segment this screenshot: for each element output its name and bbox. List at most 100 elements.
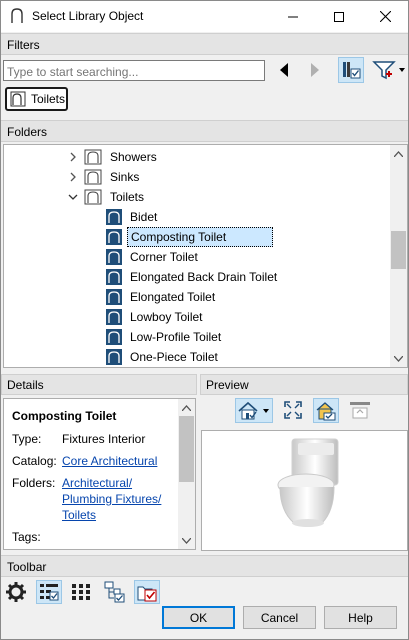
composting-toilet-preview-image [277,438,339,527]
minimize-button[interactable] [270,1,316,32]
library-object-icon [106,329,122,345]
preview-header: Preview [200,374,408,395]
fill-window-button[interactable] [282,399,304,421]
scroll-down-button[interactable] [390,350,407,367]
scroll-thumb[interactable] [179,416,194,482]
tree-item-lowboy-toilet[interactable]: Lowboy Toilet [106,307,206,327]
tree-item-toilets[interactable]: Toilets [68,187,147,207]
house-view-icon [238,401,269,419]
preview-options-button[interactable] [348,399,372,421]
tree-item-label: Elongated Back Drain Toilet [130,270,278,284]
folder-path-link-3[interactable]: Toilets [62,508,96,522]
catalog-link[interactable]: Core Architectural [62,454,157,468]
search-input[interactable] [3,60,265,81]
folder-object-icon [10,91,26,107]
library-object-icon [106,209,122,225]
scroll-down-icon [182,537,191,544]
catalog-label: Catalog: [12,454,57,468]
tree-item-one-piece-toilet[interactable]: One-Piece Toilet [106,347,221,367]
scroll-up-button[interactable] [178,399,195,416]
gear-icon [6,582,26,602]
title-bar: Select Library Object [1,1,408,32]
type-label: Type: [12,432,42,446]
scroll-down-icon [394,355,403,362]
tree-item-label: Sinks [110,170,140,184]
tree-item-corner-toilet[interactable]: Corner Toilet [106,247,201,267]
tree-item-label: Showers [110,150,157,164]
library-object-icon [106,289,122,305]
tree-view-button[interactable] [101,580,127,604]
folder-check-icon [137,586,157,602]
tree-item-elongated-back-drain-toilet[interactable]: Elongated Back Drain Toilet [106,267,280,287]
tree-item-elongated-toilet[interactable]: Elongated Toilet [106,287,218,307]
settings-button[interactable] [3,580,29,604]
library-object-icon [106,229,122,245]
library-object-icon [106,269,122,285]
fit-window-icon [284,401,302,419]
folder-tree-scrollbar[interactable] [390,145,407,367]
tree-item-showers[interactable]: Showers [68,147,160,167]
chevron-right-icon [70,172,76,182]
type-value: Fixtures Interior [62,432,146,446]
folder-path-link-2[interactable]: Plumbing Fixtures/ [62,492,161,506]
toolbar-header: Toolbar [1,555,408,577]
view-mode-dropdown[interactable] [235,398,273,423]
details-header: Details [1,374,197,395]
folder-icon [84,149,102,165]
scroll-down-button[interactable] [178,532,195,549]
close-button[interactable] [362,1,408,32]
tree-item-label: Elongated Toilet [130,290,216,304]
filter-dropdown-button[interactable] [371,57,407,83]
scroll-thumb[interactable] [391,231,406,269]
tags-label: Tags: [12,530,41,544]
library-object-icon [106,309,122,325]
app-logo-icon [11,8,23,23]
list-view-toggle[interactable] [36,580,62,604]
select-library-object-dialog: Select Library Object Filters Type to st… [0,0,409,640]
chevron-right-icon [70,152,76,162]
preview-area[interactable] [201,430,408,551]
tree-view-icon [104,581,125,603]
folder-icon [84,189,102,205]
scroll-up-icon [182,404,191,411]
tree-item-label: One-Piece Toilet [130,350,218,364]
folder-path-link-1[interactable]: Architectural/ [62,476,132,490]
tree-item-label: Bidet [130,210,158,224]
maximize-icon [334,11,344,22]
favorites-toggle[interactable] [134,580,160,604]
folders-label: Folders: [12,476,56,490]
scroll-up-button[interactable] [390,145,407,162]
minimize-icon [288,16,298,17]
grid-view-button[interactable] [68,580,94,604]
filters-header: Filters [1,33,408,55]
tree-item-composting-toilet[interactable]: Composting Toilet [106,227,273,247]
folder-icon [84,169,102,185]
folder-tree[interactable]: Showers Sinks Toilets Bidet Composting T… [3,144,408,368]
maximize-button[interactable] [316,1,362,32]
details-scrollbar[interactable] [178,399,195,549]
filter-funnel-icon [372,61,405,80]
tree-item-low-profile-toilet[interactable]: Low-Profile Toilet [106,327,224,347]
filter-chip-toilets[interactable]: Toilets [5,87,68,111]
tree-item-bidet[interactable]: Bidet [106,207,160,227]
render-style-button[interactable] [313,398,339,423]
chevron-down-icon [68,194,78,200]
forward-arrow-icon [311,63,319,77]
library-filter-toggle[interactable] [338,57,364,83]
library-books-icon [343,62,361,79]
house-render-icon [316,401,336,420]
tree-item-sinks[interactable]: Sinks [68,167,142,187]
back-button[interactable] [275,59,293,81]
cancel-button[interactable]: Cancel [243,606,316,629]
ok-button[interactable]: OK [162,606,235,629]
preview-options-icon [350,402,370,419]
window-title: Select Library Object [32,9,144,23]
library-object-icon [106,249,122,265]
tree-item-label: Lowboy Toilet [130,310,203,324]
help-button[interactable]: Help [324,606,397,629]
back-arrow-icon [280,63,288,77]
folders-header: Folders [1,120,408,142]
forward-button[interactable] [306,59,324,81]
list-view-icon [40,584,59,601]
close-icon [379,11,391,22]
